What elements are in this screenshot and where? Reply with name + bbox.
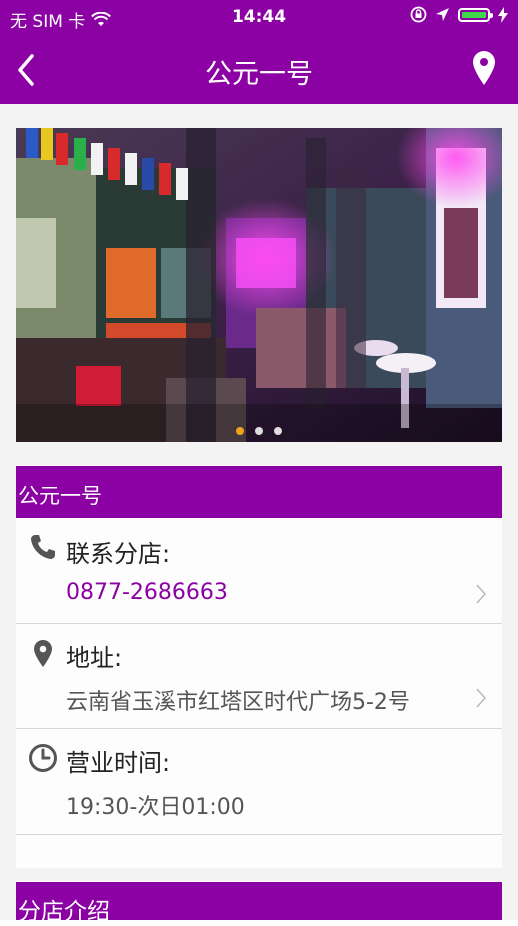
navigation-bar: 公元一号 bbox=[0, 34, 518, 104]
app-header: 无 SIM 卡 14:44 公元一号 bbox=[0, 0, 518, 104]
clock-icon bbox=[29, 744, 57, 772]
battery-icon bbox=[458, 7, 493, 22]
hours-label: 营业时间: bbox=[66, 749, 171, 777]
page-title: 公元一号 bbox=[205, 59, 313, 90]
chevron-right-icon bbox=[476, 584, 487, 604]
address-row[interactable]: 地址: 云南省玉溪市红塔区时代广场5-2号 bbox=[16, 624, 502, 729]
bar-interior-photo bbox=[16, 128, 502, 442]
phone-number[interactable]: 0877-2686663 bbox=[66, 580, 228, 605]
store-name: 公元一号 bbox=[18, 484, 102, 508]
charging-bolt-icon bbox=[498, 6, 508, 23]
location-arrow-icon bbox=[436, 8, 449, 21]
photo-carousel[interactable] bbox=[16, 128, 502, 442]
carousel-dot-1[interactable] bbox=[235, 427, 244, 435]
rotation-lock-icon bbox=[410, 6, 427, 23]
page-content: 公元一号 联系分店: 0877-2686663 地址: 云南省玉溪市红塔区时代广… bbox=[0, 104, 518, 920]
store-intro-header: 分店介绍 bbox=[16, 882, 502, 925]
address-label: 地址: bbox=[66, 644, 123, 672]
phone-icon bbox=[31, 535, 55, 559]
phone-label: 联系分店: bbox=[66, 540, 171, 568]
divider bbox=[16, 834, 502, 835]
address-value[interactable]: 云南省玉溪市红塔区时代广场5-2号 bbox=[66, 684, 410, 716]
map-marker-icon bbox=[34, 640, 52, 667]
phone-row[interactable]: 联系分店: 0877-2686663 bbox=[16, 518, 502, 624]
store-info-card: 联系分店: 0877-2686663 地址: 云南省玉溪市红塔区时代广场5-2号 bbox=[16, 518, 502, 868]
store-intro-title: 分店介绍 bbox=[18, 899, 110, 925]
hours-value: 19:30-次日01:00 bbox=[66, 795, 245, 820]
carousel-dot-3[interactable] bbox=[274, 427, 283, 435]
store-name-header: 公元一号 bbox=[16, 466, 502, 518]
map-pin-icon[interactable] bbox=[472, 50, 496, 86]
carousel-dot-2[interactable] bbox=[255, 427, 263, 435]
status-bar: 无 SIM 卡 14:44 bbox=[0, 0, 518, 34]
status-icons bbox=[410, 6, 508, 23]
chevron-right-icon bbox=[476, 688, 487, 708]
carousel-indicators bbox=[16, 420, 502, 439]
hours-row: 营业时间: 19:30-次日01:00 bbox=[16, 729, 502, 835]
